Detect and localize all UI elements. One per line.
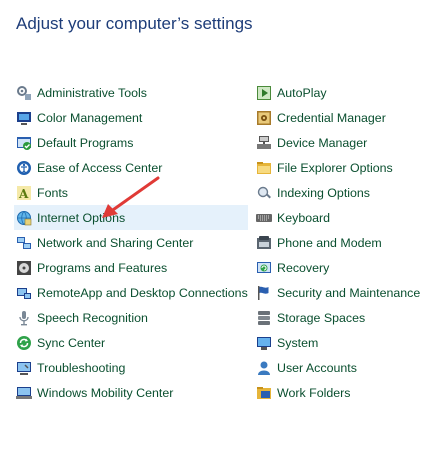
settings-item-storage-spaces[interactable]: Storage Spaces xyxy=(254,305,422,330)
color-management-icon xyxy=(16,110,32,126)
settings-item-label: User Accounts xyxy=(277,360,357,375)
page-title: Adjust your computer’s settings xyxy=(16,14,253,33)
settings-item-label: System xyxy=(277,335,319,350)
internet-options-icon xyxy=(16,210,32,226)
settings-item-label: Credential Manager xyxy=(277,110,386,125)
settings-item-label: Fonts xyxy=(37,185,68,200)
settings-item-indexing-options[interactable]: Indexing Options xyxy=(254,180,422,205)
keyboard-icon xyxy=(256,210,272,226)
settings-item-label: AutoPlay xyxy=(277,85,327,100)
settings-item-label: Keyboard xyxy=(277,210,331,225)
remoteapp-icon xyxy=(16,285,32,301)
network-sharing-icon xyxy=(16,235,32,251)
settings-item-recovery[interactable]: Recovery xyxy=(254,255,422,280)
settings-item-label: Internet Options xyxy=(37,210,126,225)
settings-item-label: File Explorer Options xyxy=(277,160,393,175)
right-settings-column: AutoPlay Credential Manager Device Manager… xyxy=(254,80,422,405)
settings-item-label: Storage Spaces xyxy=(277,310,366,325)
settings-item-ease-of-access-center[interactable]: Ease of Access Center xyxy=(14,155,248,180)
ease-of-access-icon xyxy=(16,160,32,176)
settings-item-system[interactable]: System xyxy=(254,330,422,355)
left-settings-column: Administrative Tools Color Management Defa… xyxy=(14,80,248,405)
settings-item-label: Indexing Options xyxy=(277,185,370,200)
autoplay-icon xyxy=(256,85,272,101)
settings-item-label: Color Management xyxy=(37,110,143,125)
settings-item-color-management[interactable]: Color Management xyxy=(14,105,248,130)
settings-item-label: Recovery xyxy=(277,260,330,275)
settings-item-internet-options[interactable]: Internet Options xyxy=(14,205,248,230)
settings-item-label: Phone and Modem xyxy=(277,235,382,250)
recovery-icon xyxy=(256,260,272,276)
settings-item-credential-manager[interactable]: Credential Manager xyxy=(254,105,422,130)
settings-item-label: Network and Sharing Center xyxy=(37,235,194,250)
phone-modem-icon xyxy=(256,235,272,251)
settings-item-phone-and-modem[interactable]: Phone and Modem xyxy=(254,230,422,255)
settings-item-label: Speech Recognition xyxy=(37,310,148,325)
settings-item-label: Troubleshooting xyxy=(37,360,126,375)
settings-item-label: Default Programs xyxy=(37,135,134,150)
storage-spaces-icon xyxy=(256,310,272,326)
settings-item-autoplay[interactable]: AutoPlay xyxy=(254,80,422,105)
settings-item-label: Windows Mobility Center xyxy=(37,385,174,400)
settings-item-label: Security and Maintenance xyxy=(277,285,421,300)
sync-center-icon xyxy=(16,335,32,351)
settings-item-troubleshooting[interactable]: Troubleshooting xyxy=(14,355,248,380)
fonts-icon: A xyxy=(16,185,32,201)
device-manager-icon xyxy=(256,135,272,151)
default-programs-icon xyxy=(16,135,32,151)
credential-manager-icon xyxy=(256,110,272,126)
settings-item-label: Device Manager xyxy=(277,135,368,150)
settings-item-work-folders[interactable]: Work Folders xyxy=(254,380,422,405)
settings-item-fonts[interactable]: A Fonts xyxy=(14,180,248,205)
settings-item-file-explorer-options[interactable]: File Explorer Options xyxy=(254,155,422,180)
settings-item-windows-mobility-center[interactable]: Windows Mobility Center xyxy=(14,380,248,405)
indexing-options-icon xyxy=(256,185,272,201)
svg-text:A: A xyxy=(18,187,29,201)
settings-item-label: Sync Center xyxy=(37,335,106,350)
settings-item-label: Ease of Access Center xyxy=(37,160,163,175)
file-explorer-options-icon xyxy=(256,160,272,176)
mobility-center-icon xyxy=(16,385,32,401)
settings-item-security-and-maintenance[interactable]: Security and Maintenance xyxy=(254,280,422,305)
programs-features-icon xyxy=(16,260,32,276)
user-accounts-icon xyxy=(256,360,272,376)
settings-item-label: RemoteApp and Desktop Connections xyxy=(37,285,248,300)
settings-item-network-and-sharing-center[interactable]: Network and Sharing Center xyxy=(14,230,248,255)
troubleshooting-icon xyxy=(16,360,32,376)
administrative-tools-icon xyxy=(16,85,32,101)
settings-item-label: Work Folders xyxy=(277,385,351,400)
system-icon xyxy=(256,335,272,351)
settings-item-label: Administrative Tools xyxy=(37,85,147,100)
settings-item-label: Programs and Features xyxy=(37,260,168,275)
settings-item-remoteapp-and-desktop-connections[interactable]: RemoteApp and Desktop Connections xyxy=(14,280,248,305)
security-flag-icon xyxy=(256,285,272,301)
settings-item-device-manager[interactable]: Device Manager xyxy=(254,130,422,155)
settings-item-keyboard[interactable]: Keyboard xyxy=(254,205,422,230)
settings-item-programs-and-features[interactable]: Programs and Features xyxy=(14,255,248,280)
settings-item-default-programs[interactable]: Default Programs xyxy=(14,130,248,155)
work-folders-icon xyxy=(256,385,272,401)
microphone-icon xyxy=(16,310,32,326)
settings-item-sync-center[interactable]: Sync Center xyxy=(14,330,248,355)
settings-item-administrative-tools[interactable]: Administrative Tools xyxy=(14,80,248,105)
settings-item-user-accounts[interactable]: User Accounts xyxy=(254,355,422,380)
settings-item-speech-recognition[interactable]: Speech Recognition xyxy=(14,305,248,330)
